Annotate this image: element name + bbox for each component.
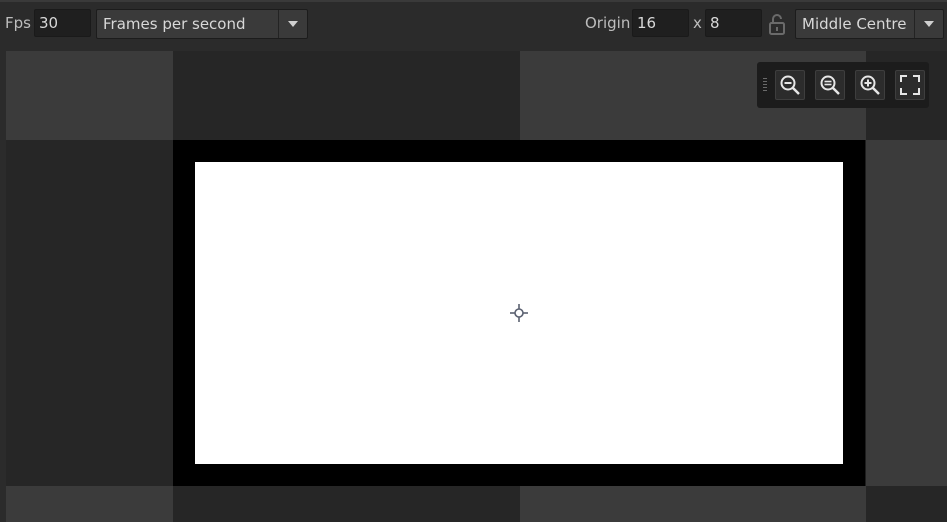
fps-input[interactable]: 30	[34, 9, 91, 37]
checker-tile	[173, 51, 520, 140]
toolbar: Fps 30 Frames per second Origin 16 x 8 M…	[0, 0, 947, 48]
crosshair-icon[interactable]	[509, 303, 529, 323]
checker-tile	[520, 486, 866, 522]
origin-preset-dropdown-button[interactable]	[914, 10, 943, 38]
origin-separator: x	[693, 14, 702, 32]
origin-preset-dropdown[interactable]: Middle Centre	[795, 9, 944, 39]
zoom-reset-icon	[820, 75, 840, 95]
zoom-in-icon	[860, 75, 880, 95]
fps-mode-dropdown[interactable]: Frames per second	[96, 9, 308, 39]
unlock-icon[interactable]	[767, 12, 787, 36]
fps-mode-value: Frames per second	[103, 15, 246, 33]
origin-label: Origin	[585, 14, 631, 32]
fps-mode-dropdown-button[interactable]	[278, 10, 307, 38]
origin-y-input[interactable]: 8	[705, 9, 762, 37]
checker-tile	[866, 486, 947, 522]
zoom-in-button[interactable]	[855, 70, 885, 100]
chevron-down-icon	[288, 21, 298, 27]
checker-tile	[173, 486, 520, 522]
zoom-out-button[interactable]	[775, 70, 805, 100]
zoom-toolbar	[757, 62, 929, 108]
fit-to-screen-button[interactable]	[895, 70, 925, 100]
fps-label: Fps	[5, 14, 31, 32]
grip-handle-icon[interactable]	[763, 78, 767, 92]
origin-x-input[interactable]: 16	[632, 9, 689, 37]
checker-tile	[6, 486, 173, 522]
checker-tile	[6, 140, 173, 486]
checker-tile	[6, 51, 173, 140]
checker-tile	[866, 140, 947, 486]
origin-preset-value: Middle Centre	[802, 15, 907, 33]
chevron-down-icon	[924, 21, 934, 27]
fit-to-screen-icon	[900, 75, 920, 95]
zoom-reset-button[interactable]	[815, 70, 845, 100]
zoom-out-icon	[780, 75, 800, 95]
